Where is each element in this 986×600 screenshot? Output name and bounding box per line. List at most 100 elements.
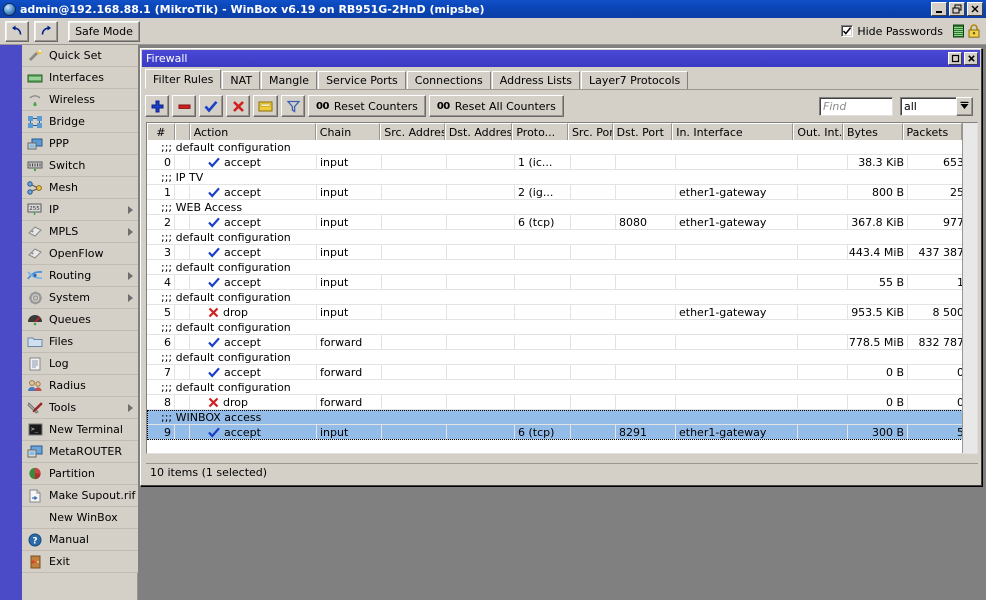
firewall-titlebar: Firewall (142, 50, 980, 67)
table-vertical-scrollbar[interactable] (962, 123, 977, 453)
tab-connections[interactable]: Connections (406, 71, 491, 89)
sidebar-item-ip[interactable]: 255 IP (22, 199, 138, 221)
sidebar-item-wireless[interactable]: Wireless (22, 89, 138, 111)
reset-counters-button[interactable]: 00 Reset Counters (308, 95, 426, 117)
column-header-dst-address[interactable]: Dst. Address (444, 123, 513, 140)
column-header-action[interactable]: Action (189, 123, 316, 140)
sidebar-item-label: MPLS (49, 225, 79, 238)
disable-rule-button[interactable] (226, 95, 250, 117)
system-gear-icon (26, 290, 44, 306)
cell-src-address (382, 395, 447, 410)
sidebar-item-mpls[interactable]: MPLS (22, 221, 138, 243)
hide-passwords-checkbox[interactable] (841, 25, 854, 37)
filter-scope-value-wrap[interactable]: all (900, 96, 956, 116)
sidebar-item-quick-set[interactable]: Quick Set (22, 45, 138, 67)
table-row[interactable]: 7 accept forward 0 B0 (147, 365, 977, 380)
column-header-bytes[interactable]: Bytes (842, 123, 903, 140)
sidebar-item-exit[interactable]: Exit (22, 551, 138, 573)
table-row-comment[interactable]: ;;; default configuration (147, 140, 977, 155)
enable-rule-button[interactable] (199, 95, 223, 117)
table-row-comment[interactable]: ;;; default configuration (147, 380, 977, 395)
sidebar-item-switch[interactable]: Switch (22, 155, 138, 177)
column-header-src-port[interactable]: Src. Port (567, 123, 613, 140)
rule-comment: ;;; default configuration (161, 381, 291, 394)
tab-layer7-protocols[interactable]: Layer7 Protocols (581, 71, 689, 89)
hide-passwords-control[interactable]: Hide Passwords (841, 24, 986, 38)
maximize-button[interactable] (949, 2, 965, 16)
sidebar-item-routing[interactable]: Routing (22, 265, 138, 287)
sidebar-item-queues[interactable]: Queues (22, 309, 138, 331)
sidebar-item-interfaces[interactable]: Interfaces (22, 67, 138, 89)
table-row[interactable]: 8 drop forward 0 B0 (147, 395, 977, 410)
minimize-button[interactable] (931, 2, 947, 16)
sidebar-item-radius[interactable]: Radius (22, 375, 138, 397)
sidebar-item-mesh[interactable]: Mesh (22, 177, 138, 199)
table-row[interactable]: 6 accept forward 778.5 MiB 832 787 (147, 335, 977, 350)
sidebar-item-log[interactable]: Log (22, 353, 138, 375)
column-header-in-interface[interactable]: In. Interface (672, 123, 794, 140)
column-header-index[interactable]: # (147, 123, 175, 140)
table-row-comment[interactable]: ;;; default configuration (147, 290, 977, 305)
cell-chain: forward (317, 335, 382, 350)
sidebar-item-new-terminal[interactable]: >_ New Terminal (22, 419, 138, 441)
table-row-comment[interactable]: ;;; default configuration (147, 320, 977, 335)
sidebar-item-partition[interactable]: Partition (22, 463, 138, 485)
filter-scope-select[interactable]: all (900, 96, 973, 116)
column-header-packets[interactable]: Packets (902, 123, 963, 140)
remove-rule-button[interactable] (172, 95, 196, 117)
sidebar-item-files[interactable]: Files (22, 331, 138, 353)
filter-button[interactable] (281, 95, 305, 117)
table-row[interactable]: 9 accept input 6 (tcp) 8291 ether1-gateway 300… (147, 425, 977, 440)
comment-button[interactable] (253, 95, 278, 117)
tab-nat[interactable]: NAT (222, 71, 261, 89)
safe-mode-button[interactable]: Safe Mode (68, 20, 140, 42)
sidebar-item-bridge[interactable]: Bridge (22, 111, 138, 133)
sidebar-item-metarouter[interactable]: MetaROUTER (22, 441, 138, 463)
table-row[interactable]: 2 accept input 6 (tcp) 8080 ether1-gateway 367… (147, 215, 977, 230)
cell-src-port (571, 215, 616, 230)
undo-button[interactable] (5, 20, 29, 42)
table-row-comment[interactable]: ;;; default configuration (147, 230, 977, 245)
sidebar-item-ppp[interactable]: PPP (22, 133, 138, 155)
tab-address-lists[interactable]: Address Lists (491, 71, 581, 89)
sidebar-item-new-winbox[interactable]: New WinBox (22, 507, 138, 529)
table-row[interactable]: 5 drop input ether1-gateway 953.5 KiB 8 500 (147, 305, 977, 320)
sidebar-item-openflow[interactable]: OpenFlow (22, 243, 138, 265)
reset-all-counters-prefix: 00 (436, 100, 450, 112)
cell-action: accept (190, 245, 317, 260)
cell-protocol (515, 395, 571, 410)
sidebar-item-tools[interactable]: Tools (22, 397, 138, 419)
table-row-comment[interactable]: ;;; WINBOX access (147, 410, 977, 425)
table-row[interactable]: 4 accept input 55 B1 (147, 275, 977, 290)
tab-service-ports[interactable]: Service Ports (318, 71, 406, 89)
table-row-comment[interactable]: ;;; IP TV (147, 170, 977, 185)
cell-chain: input (317, 215, 382, 230)
sidebar-item-make-supout[interactable]: Make Supout.rif (22, 485, 138, 507)
cell-index: 8 (147, 395, 175, 410)
sidebar-item-system[interactable]: System (22, 287, 138, 309)
firewall-restore-button[interactable] (948, 52, 962, 65)
app-toolbar: Safe Mode Hide Passwords (0, 18, 986, 45)
close-button[interactable] (967, 2, 983, 16)
reset-all-counters-button[interactable]: 00 Reset All Counters (428, 95, 564, 117)
column-header-flags[interactable] (174, 123, 190, 140)
table-row[interactable]: 0 accept input 1 (ic... 38.3 KiB 653 (147, 155, 977, 170)
column-header-chain[interactable]: Chain (315, 123, 381, 140)
find-input[interactable]: Find (819, 96, 893, 116)
table-row-comment[interactable]: ;;; default configuration (147, 260, 977, 275)
firewall-close-button[interactable] (964, 52, 978, 65)
filter-scope-dropdown-button[interactable] (956, 96, 973, 116)
redo-button[interactable] (34, 20, 58, 42)
sidebar-item-manual[interactable]: ? Manual (22, 529, 138, 551)
add-rule-button[interactable] (145, 95, 169, 117)
table-row[interactable]: 3 accept input 443.4 MiB 437 387 (147, 245, 977, 260)
tab-mangle[interactable]: Mangle (261, 71, 318, 89)
column-header-out-interface[interactable]: Out. Int... (793, 123, 843, 140)
column-header-dst-port[interactable]: Dst. Port (612, 123, 673, 140)
column-header-src-address[interactable]: Src. Address (380, 123, 445, 140)
table-row[interactable]: 1 accept input 2 (ig... ether1-gateway 800 B2… (147, 185, 977, 200)
table-row-comment[interactable]: ;;; default configuration (147, 350, 977, 365)
table-row-comment[interactable]: ;;; WEB Access (147, 200, 977, 215)
column-header-protocol[interactable]: Proto... (512, 123, 568, 140)
tab-filter-rules[interactable]: Filter Rules (145, 69, 222, 89)
